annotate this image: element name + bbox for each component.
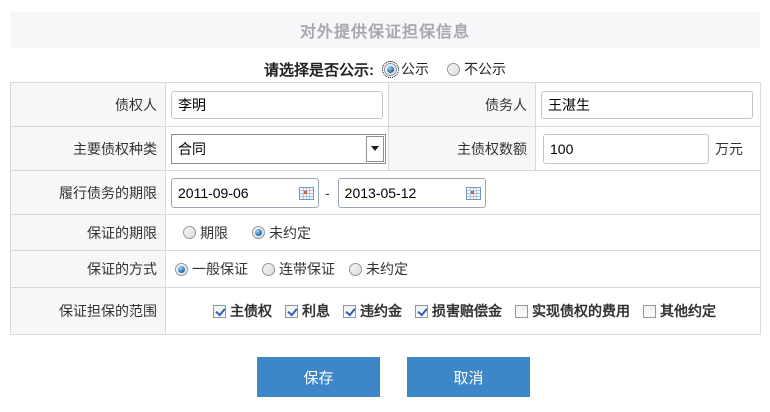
claim-type-cell: 合同 (166, 127, 389, 171)
radio-period-fixed-icon[interactable] (183, 226, 196, 239)
debt-period-label: 履行债务的期限 (11, 171, 166, 215)
table-row: 主要债权种类 合同 主债权数额 万元 (11, 127, 761, 171)
save-button[interactable]: 保存 (257, 357, 380, 397)
guarantee-mode-option-general[interactable]: 一般保证 (175, 259, 248, 279)
claim-amount-label: 主债权数额 (389, 127, 536, 171)
debtor-label: 债务人 (389, 83, 536, 127)
debt-period-cell: 2011-09-06 - 2013-05-12 (166, 171, 761, 215)
guarantee-scope-cell: 主债权 利息 违约金 损害赔偿金 (166, 288, 761, 335)
radio-private-icon[interactable] (447, 63, 460, 76)
start-date-value: 2011-09-06 (172, 185, 249, 201)
checkbox-principal-icon[interactable] (213, 305, 226, 318)
scope-other-label: 其他约定 (660, 301, 716, 321)
creditor-input[interactable] (171, 91, 383, 119)
scope-principal-label: 主债权 (230, 301, 272, 321)
claim-amount-unit: 万元 (715, 141, 743, 157)
checkbox-damages-icon[interactable] (415, 305, 428, 318)
scope-penalty-label: 违约金 (360, 301, 402, 321)
guarantee-scope-label: 保证担保的范围 (11, 288, 166, 335)
guarantee-period-unagreed-label: 未约定 (269, 223, 311, 243)
guarantee-period-option-fixed[interactable]: 期限 (183, 223, 228, 243)
scope-damages-label: 损害赔偿金 (432, 301, 502, 321)
scope-option-other[interactable]: 其他约定 (643, 301, 716, 321)
scope-option-principal[interactable]: 主债权 (213, 301, 272, 321)
guarantee-period-fixed-label: 期限 (200, 223, 228, 243)
start-date-input[interactable]: 2011-09-06 (171, 178, 319, 208)
publicity-choice-row: 请选择是否公示: 公示 不公示 (0, 56, 770, 82)
chevron-down-icon (371, 146, 379, 151)
end-date-input[interactable]: 2013-05-12 (338, 178, 486, 208)
date-range-separator: - (325, 185, 330, 201)
scope-option-damages[interactable]: 损害赔偿金 (415, 301, 502, 321)
table-row: 履行债务的期限 2011-09-06 - 2013-05-12 (11, 171, 761, 215)
select-dropdown-button[interactable] (366, 136, 384, 162)
scope-option-interest[interactable]: 利息 (285, 301, 330, 321)
guarantee-mode-cell: 一般保证 连带保证 未约定 (166, 251, 761, 288)
end-date-value: 2013-05-12 (339, 185, 417, 201)
guarantee-mode-unagreed-label: 未约定 (366, 259, 408, 279)
guarantee-period-option-unagreed[interactable]: 未约定 (252, 223, 311, 243)
checkbox-penalty-icon[interactable] (343, 305, 356, 318)
page-title: 对外提供保证担保信息 (300, 18, 470, 42)
scope-interest-label: 利息 (302, 301, 330, 321)
table-row: 债权人 债务人 (11, 83, 761, 127)
scope-option-penalty[interactable]: 违约金 (343, 301, 402, 321)
claim-type-selected-value: 合同 (172, 139, 206, 159)
calendar-icon[interactable] (299, 187, 314, 203)
guarantee-mode-option-unagreed[interactable]: 未约定 (349, 259, 408, 279)
publicity-label: 请选择是否公示: (264, 59, 374, 80)
guarantee-form-table: 债权人 债务人 主要债权种类 合同 主债权数额 万元 (10, 82, 761, 335)
claim-amount-input[interactable] (543, 134, 709, 164)
radio-period-unagreed-icon[interactable] (252, 226, 265, 239)
radio-public-icon[interactable] (384, 63, 397, 76)
claim-amount-cell: 万元 (536, 127, 761, 171)
radio-mode-general-icon[interactable] (175, 263, 188, 276)
publicity-option-public-label: 公示 (401, 59, 429, 79)
publicity-option-private[interactable]: 不公示 (447, 59, 506, 79)
debtor-cell (536, 83, 761, 127)
scope-option-realization-cost[interactable]: 实现债权的费用 (515, 301, 630, 321)
creditor-label: 债权人 (11, 83, 166, 127)
checkbox-realization-cost-icon[interactable] (515, 305, 528, 318)
checkbox-other-icon[interactable] (643, 305, 656, 318)
publicity-option-private-label: 不公示 (464, 59, 506, 79)
debtor-input[interactable] (541, 91, 753, 119)
scope-realization-cost-label: 实现债权的费用 (532, 301, 630, 321)
table-row: 保证的期限 期限 未约定 (11, 215, 761, 251)
cancel-button[interactable]: 取消 (407, 357, 530, 397)
guarantee-period-cell: 期限 未约定 (166, 215, 761, 251)
checkbox-interest-icon[interactable] (285, 305, 298, 318)
guarantee-mode-general-label: 一般保证 (192, 259, 248, 279)
calendar-icon[interactable] (466, 187, 481, 203)
title-bar: 对外提供保证担保信息 (10, 12, 760, 48)
table-row: 保证的方式 一般保证 连带保证 未约定 (11, 251, 761, 288)
guarantee-mode-joint-label: 连带保证 (279, 259, 335, 279)
radio-mode-joint-icon[interactable] (262, 263, 275, 276)
guarantee-mode-label: 保证的方式 (11, 251, 166, 288)
claim-type-label: 主要债权种类 (11, 127, 166, 171)
guarantee-mode-option-joint[interactable]: 连带保证 (262, 259, 335, 279)
publicity-option-public[interactable]: 公示 (384, 59, 429, 79)
guarantee-info-page: 对外提供保证担保信息 请选择是否公示: 公示 不公示 债权人 债务人 主要债权种… (0, 0, 770, 412)
radio-mode-unagreed-icon[interactable] (349, 263, 362, 276)
creditor-cell (166, 83, 389, 127)
guarantee-period-label: 保证的期限 (11, 215, 166, 251)
claim-type-select[interactable]: 合同 (171, 134, 386, 164)
table-row: 保证担保的范围 主债权 利息 违约金 (11, 288, 761, 335)
